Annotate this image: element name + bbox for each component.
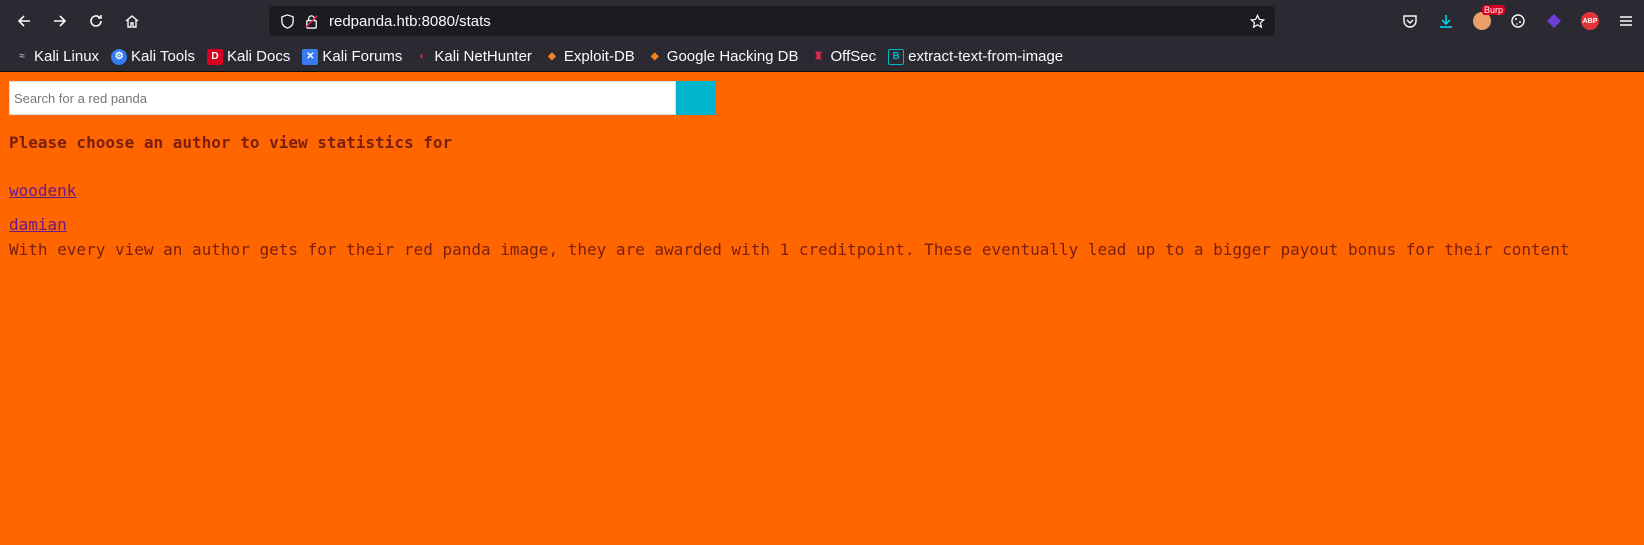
bookmark-google-hacking-db[interactable]: ◆ Google Hacking DB: [643, 45, 803, 69]
cookie-icon: [1511, 14, 1525, 28]
pocket-icon: [1403, 15, 1417, 28]
forward-arrow-icon: [54, 15, 67, 27]
reload-button[interactable]: [78, 5, 114, 37]
download-icon: [1440, 15, 1452, 28]
cookie-extension-button[interactable]: [1500, 5, 1536, 37]
search-input[interactable]: Search for a red panda: [9, 81, 676, 115]
forward-button[interactable]: [42, 5, 78, 37]
home-icon: [125, 15, 139, 28]
home-button[interactable]: [114, 5, 150, 37]
bookmark-b-icon: B: [888, 48, 905, 65]
purple-diamond-icon: [1547, 14, 1561, 28]
back-arrow-icon: [17, 15, 30, 27]
bookmark-kali-tools[interactable]: ⚙ Kali Tools: [107, 45, 199, 69]
author-link-woodenk[interactable]: woodenk: [9, 181, 76, 200]
downloads-button[interactable]: [1428, 5, 1464, 37]
proxy-extension-button[interactable]: [1536, 5, 1572, 37]
pocket-button[interactable]: [1392, 5, 1428, 37]
offsec-icon: ♜: [814, 51, 823, 62]
bookmark-kali-linux[interactable]: ≈ Kali Linux: [10, 45, 103, 69]
tracking-shield-icon[interactable]: [275, 9, 299, 33]
page-content: Search for a red panda Please choose an …: [0, 73, 1644, 545]
page-heading: Please choose an author to view statisti…: [9, 133, 453, 152]
hamburger-menu-icon: [1620, 16, 1632, 26]
browser-toolbar: redpanda.htb:8080/stats Burp ABP: [0, 0, 1644, 42]
author-link-damian[interactable]: damian: [9, 215, 67, 234]
bookmarks-bar: ≈ Kali Linux ⚙ Kali Tools D Kali Docs ✕ …: [0, 42, 1644, 72]
bookmark-star-icon[interactable]: [1245, 9, 1269, 33]
back-button[interactable]: [6, 5, 42, 37]
bookmark-offsec[interactable]: ♜ OffSec: [807, 45, 881, 69]
menu-button[interactable]: [1608, 5, 1644, 37]
nethunter-icon: ◐: [419, 51, 426, 62]
bookmark-kali-nethunter[interactable]: ◐ Kali NetHunter: [410, 45, 536, 69]
bookmark-kali-forums[interactable]: ✕ Kali Forums: [298, 45, 406, 69]
bookmark-exploit-db[interactable]: ◆ Exploit-DB: [540, 45, 639, 69]
search-form: Search for a red panda: [9, 81, 716, 115]
bookmark-extract-text-from-image[interactable]: B extract-text-from-image: [884, 45, 1067, 69]
kali-dragon-icon: ≈: [19, 51, 25, 62]
url-bar[interactable]: redpanda.htb:8080/stats: [269, 6, 1275, 36]
abp-icon: ABP: [1581, 12, 1599, 30]
kali-docs-icon: D: [206, 48, 223, 65]
bookmark-kali-docs[interactable]: D Kali Docs: [203, 45, 294, 69]
ghdb-icon: ◆: [650, 51, 659, 62]
exploit-db-icon: ◆: [548, 51, 556, 62]
kali-forums-icon: ✕: [302, 48, 319, 65]
credit-description: With every view an author gets for their…: [9, 240, 1570, 259]
burp-extension-button[interactable]: Burp: [1464, 5, 1506, 37]
insecure-lock-icon[interactable]: [299, 9, 323, 33]
url-text[interactable]: redpanda.htb:8080/stats: [329, 13, 491, 30]
search-button[interactable]: [676, 81, 716, 115]
adblock-button[interactable]: ABP: [1572, 5, 1608, 37]
reload-icon: [90, 15, 102, 27]
kali-tools-icon: ⚙: [111, 48, 128, 65]
